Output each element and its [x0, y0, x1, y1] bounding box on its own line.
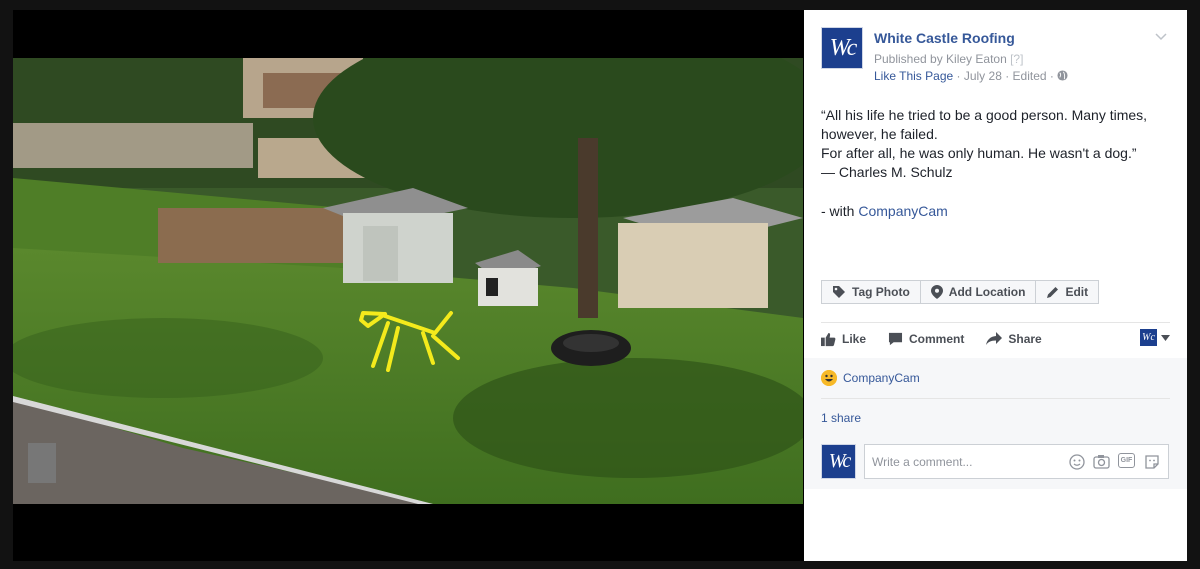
divider: [821, 322, 1170, 323]
tag-icon: [833, 286, 845, 298]
chevron-down-icon[interactable]: [1155, 28, 1167, 44]
share-count[interactable]: 1 share: [821, 411, 861, 425]
globe-icon: [1057, 70, 1068, 81]
help-link[interactable]: [?]: [1010, 52, 1023, 66]
avatar-text: Wc: [1142, 332, 1155, 343]
edit-label: Edit: [1065, 285, 1089, 299]
post-actions: Like Comment Share Wc: [821, 329, 1170, 349]
add-location-button[interactable]: Add Location: [920, 280, 1037, 304]
post-as-selector[interactable]: Wc: [1140, 329, 1170, 346]
comment-icon: [888, 332, 903, 346]
location-pin-icon: [930, 285, 943, 299]
share-label: Share: [1008, 332, 1042, 346]
edited-label[interactable]: Edited: [1013, 69, 1047, 83]
like-label: Like: [842, 332, 867, 346]
share-icon: [986, 332, 1003, 345]
edit-button[interactable]: Edit: [1036, 280, 1100, 304]
post-date[interactable]: July 28: [964, 69, 1002, 83]
share-button[interactable]: Share: [986, 332, 1042, 346]
avatar-text: Wc: [828, 450, 851, 472]
add-location-label: Add Location: [948, 285, 1026, 299]
with-tag: - with CompanyCam: [821, 203, 948, 219]
composer-tools: GIF: [1068, 453, 1160, 470]
camera-icon[interactable]: [1093, 453, 1110, 470]
published-by: Published by Kiley Eaton [?]: [874, 52, 1023, 66]
commenter-avatar: Wc: [821, 444, 856, 479]
post-meta: Like This Page · July 28 · Edited ·: [874, 69, 1068, 83]
page-name-link[interactable]: White Castle Roofing: [874, 30, 1015, 46]
comment-button[interactable]: Comment: [888, 332, 964, 346]
like-button[interactable]: Like: [821, 332, 866, 347]
tag-photo-button[interactable]: Tag Photo: [821, 280, 921, 304]
comment-label: Comment: [909, 332, 965, 346]
sticker-icon[interactable]: [1143, 453, 1160, 470]
published-by-text[interactable]: Published by Kiley Eaton: [874, 52, 1007, 66]
reactor-name[interactable]: CompanyCam: [843, 371, 920, 385]
backyard-photo[interactable]: [13, 58, 803, 504]
comment-composer: GIF: [864, 444, 1169, 479]
emoji-picker-icon[interactable]: [1068, 453, 1085, 470]
divider: [821, 398, 1170, 399]
quote-line: For after all, he was only human. He was…: [821, 145, 1137, 161]
emoji-icon: [821, 370, 837, 386]
page-avatar-small: Wc: [1140, 329, 1157, 346]
gif-icon[interactable]: GIF: [1118, 453, 1135, 468]
photo-toolbar: Tag Photo Add Location Edit: [821, 280, 1100, 304]
tagged-page-link[interactable]: CompanyCam: [858, 203, 947, 219]
like-page-link[interactable]: Like This Page: [874, 69, 953, 83]
reactions-row[interactable]: CompanyCam: [821, 370, 920, 386]
thumbs-up-icon: [821, 332, 836, 346]
gif-label: GIF: [1120, 457, 1133, 464]
caret-down-icon: [1161, 334, 1170, 341]
pencil-icon: [1047, 286, 1059, 298]
post-text: “All his life he tried to be a good pers…: [821, 106, 1171, 182]
quote-attribution: — Charles M. Schulz: [821, 164, 953, 180]
photo-image: [13, 58, 803, 504]
tag-photo-label: Tag Photo: [852, 285, 910, 299]
page-logo[interactable]: Wc: [821, 27, 863, 69]
reactions-and-comments: CompanyCam 1 share Wc GIF: [804, 358, 1187, 489]
with-prefix: - with: [821, 203, 855, 219]
post-sidebar: Wc White Castle Roofing Published by Kil…: [804, 10, 1187, 561]
logo-text: Wc: [829, 34, 858, 61]
comment-input[interactable]: [870, 453, 1054, 470]
quote-line: “All his life he tried to be a good pers…: [821, 107, 1148, 142]
